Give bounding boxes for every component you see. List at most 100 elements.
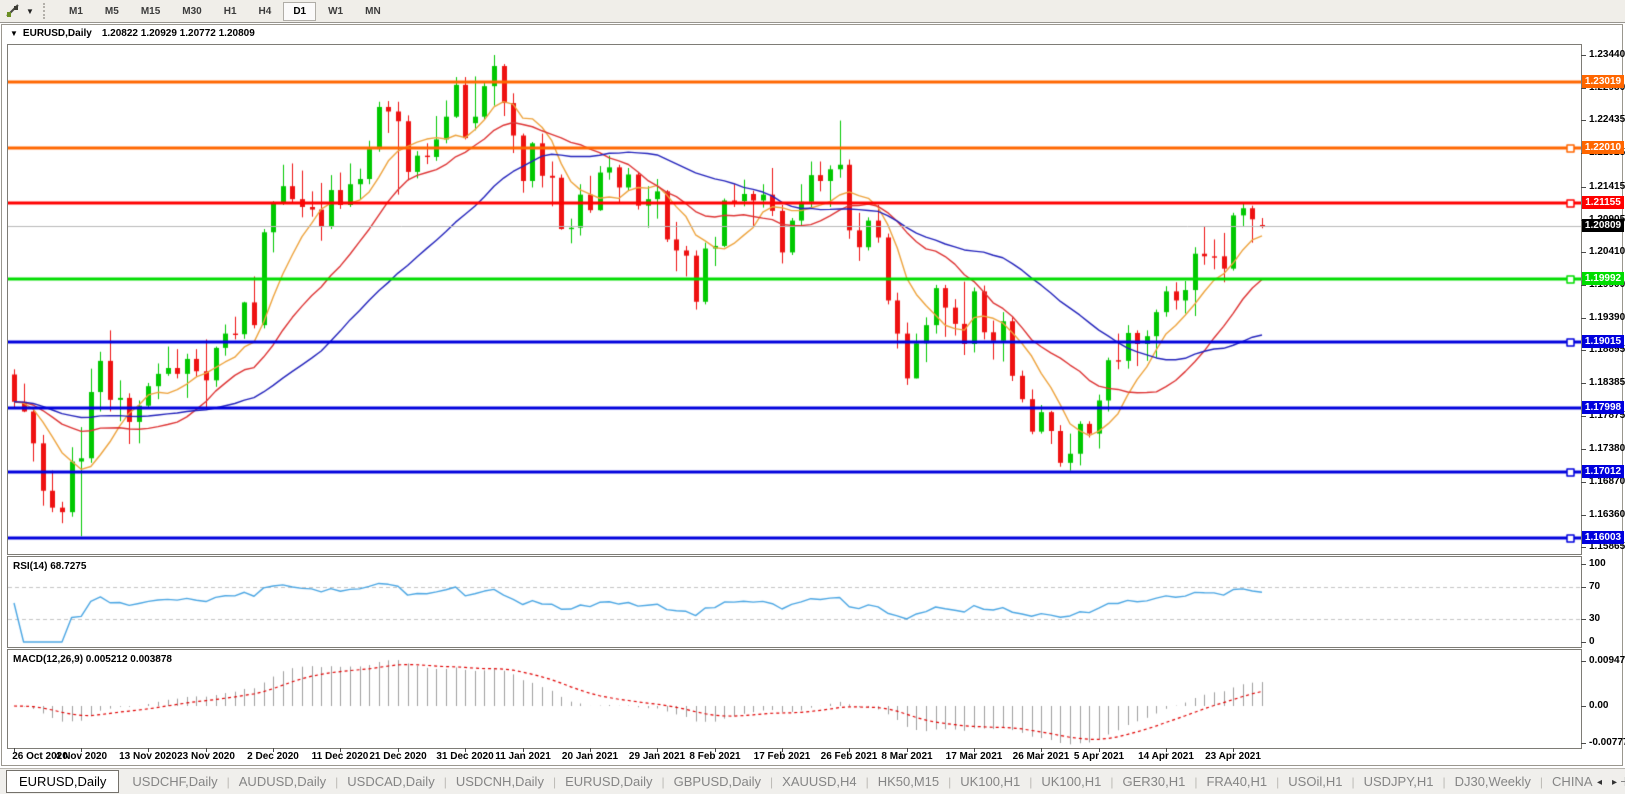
chart-tab-usdchf-daily[interactable]: USDCHF,Daily bbox=[123, 771, 226, 792]
price-tick-mark bbox=[1581, 55, 1586, 56]
macd-canvas[interactable] bbox=[8, 650, 1581, 748]
rsi-tick-mark bbox=[1581, 564, 1586, 565]
timeframe-button-m30[interactable]: M30 bbox=[172, 2, 211, 21]
chart-tab-usdcnh-daily[interactable]: USDCNH,Daily bbox=[447, 771, 553, 792]
price-chart-panel[interactable] bbox=[7, 44, 1582, 555]
date-axis-label: 17 Feb 2021 bbox=[753, 751, 811, 762]
rsi-tick-label: 0 bbox=[1589, 636, 1595, 647]
chart-tab-hk50-m15[interactable]: HK50,M15 bbox=[869, 771, 948, 792]
date-axis-label: 21 Dec 2020 bbox=[369, 751, 427, 762]
date-axis-label: 11 Jan 2021 bbox=[495, 751, 551, 762]
macd-label: MACD(12,26,9) 0.005212 0.003878 bbox=[13, 654, 172, 665]
rsi-tick-mark bbox=[1581, 619, 1586, 620]
tab-scroll-left-icon[interactable]: ◂ bbox=[1597, 777, 1602, 788]
price-tick-mark bbox=[1581, 383, 1586, 384]
timeframe-button-m1[interactable]: M1 bbox=[59, 2, 93, 21]
price-tick-label: 1.20410 bbox=[1589, 246, 1625, 257]
timeframe-button-d1[interactable]: D1 bbox=[283, 1, 317, 21]
chart-tab-uk100-h1[interactable]: UK100,H1 bbox=[1032, 771, 1110, 792]
date-axis-label: 5 Apr 2021 bbox=[1073, 751, 1125, 762]
hline-price-badge[interactable]: 1.22010 bbox=[1582, 141, 1624, 154]
hline-price-badge[interactable]: 1.19015 bbox=[1582, 335, 1624, 348]
timeframe-button-m15[interactable]: M15 bbox=[131, 2, 170, 21]
chart-tab-dj30-weekly[interactable]: DJ30,Weekly bbox=[1446, 771, 1540, 792]
chart-tab-xauusd-h4[interactable]: XAUUSD,H4 bbox=[773, 771, 865, 792]
price-tick-mark bbox=[1581, 547, 1586, 548]
price-tick-label: 1.21415 bbox=[1589, 181, 1625, 192]
price-tick-mark bbox=[1581, 88, 1586, 89]
chart-type-icon-glyph bbox=[6, 4, 19, 17]
timeframe-button-w1[interactable]: W1 bbox=[318, 2, 353, 21]
chart-tab-eurusd-daily[interactable]: EURUSD,Daily bbox=[556, 771, 661, 792]
macd-panel[interactable]: MACD(12,26,9) 0.005212 0.003878 bbox=[7, 649, 1582, 749]
rsi-panel[interactable]: RSI(14) 68.7275 bbox=[7, 556, 1582, 648]
chart-tab-usoil-h1[interactable]: USOil,H1 bbox=[1279, 771, 1351, 792]
current-price-badge: 1.20809 bbox=[1582, 219, 1624, 232]
hline-price-badge[interactable]: 1.21155 bbox=[1582, 196, 1624, 209]
rsi-label: RSI(14) 68.7275 bbox=[13, 561, 87, 572]
macd-tick-mark bbox=[1581, 661, 1586, 662]
chart-tab-ger30-h1[interactable]: GER30,H1 bbox=[1113, 771, 1194, 792]
hline-price-badge[interactable]: 1.16003 bbox=[1582, 531, 1624, 544]
timeframe-button-h1[interactable]: H1 bbox=[214, 2, 247, 21]
price-tick-mark bbox=[1581, 515, 1586, 516]
price-tick-mark bbox=[1581, 482, 1586, 483]
price-tick-mark bbox=[1581, 416, 1586, 417]
hline-price-badge[interactable]: 1.23019 bbox=[1582, 75, 1624, 88]
macd-tick-label: -0.007778 bbox=[1589, 737, 1625, 748]
hline-price-badge[interactable]: 1.17998 bbox=[1582, 401, 1624, 414]
chart-tab-bar: EURUSD,Daily USDCHF,Daily | AUDUSD,Daily | US… bbox=[0, 768, 1625, 794]
chart-tab-fra40-h1[interactable]: FRA40,H1 bbox=[1197, 771, 1276, 792]
tab-scroll-buttons: ◂ ▸ bbox=[1592, 769, 1621, 794]
price-tick-mark bbox=[1581, 318, 1586, 319]
date-axis-label: 20 Jan 2021 bbox=[561, 751, 619, 762]
toolbar-grip bbox=[43, 3, 50, 19]
chart-tab-usdcad-daily[interactable]: USDCAD,Daily bbox=[338, 771, 443, 792]
date-axis-label: 2 Dec 2020 bbox=[247, 751, 299, 762]
price-tick-label: 1.17380 bbox=[1589, 443, 1625, 454]
macd-tick-label: 0.00 bbox=[1589, 700, 1609, 711]
date-axis-label: 26 Feb 2021 bbox=[820, 751, 878, 762]
chart-tab-gbpusd-daily[interactable]: GBPUSD,Daily bbox=[665, 771, 770, 792]
rsi-tick-mark bbox=[1581, 587, 1586, 588]
date-axis-label: 17 Mar 2021 bbox=[945, 751, 1003, 762]
macd-tick-label: 0.009478 bbox=[1589, 655, 1625, 666]
chart-title: ▼ EURUSD,Daily 1.20822 1.20929 1.20772 1.2… bbox=[10, 28, 255, 39]
price-chart-canvas[interactable] bbox=[8, 45, 1581, 554]
chart-tabs: EURUSD,Daily USDCHF,Daily | AUDUSD,Daily | US… bbox=[6, 770, 1625, 793]
date-axis-label: 31 Dec 2020 bbox=[436, 751, 494, 762]
rsi-canvas[interactable] bbox=[8, 557, 1581, 647]
rsi-tick-label: 100 bbox=[1589, 558, 1606, 569]
date-axis-label: 13 Nov 2020 bbox=[119, 751, 177, 762]
date-axis-label: 4 Nov 2020 bbox=[54, 751, 108, 762]
rsi-tick-mark bbox=[1581, 642, 1586, 643]
date-axis-label: 23 Nov 2020 bbox=[177, 751, 235, 762]
date-axis-label: 26 Mar 2021 bbox=[1012, 751, 1070, 762]
hline-price-badge[interactable]: 1.17012 bbox=[1582, 465, 1624, 478]
chart-type-icon[interactable] bbox=[3, 2, 23, 20]
rsi-tick-label: 30 bbox=[1589, 613, 1601, 624]
price-tick-mark bbox=[1581, 285, 1586, 286]
price-tick-mark bbox=[1581, 449, 1586, 450]
date-axis-label: 8 Feb 2021 bbox=[689, 751, 741, 762]
price-tick-label: 1.18385 bbox=[1589, 377, 1625, 388]
chart-tab-audusd-daily[interactable]: AUDUSD,Daily bbox=[230, 771, 335, 792]
collapse-icon[interactable]: ▼ bbox=[10, 29, 18, 38]
timeframe-button-h4[interactable]: H4 bbox=[249, 2, 282, 21]
chart-tab-usdjpy-h1[interactable]: USDJPY,H1 bbox=[1355, 771, 1443, 792]
rsi-tick-label: 70 bbox=[1589, 581, 1601, 592]
toolbar: ▼ M1 M5 M15 M30 H1 H4 D1 W1 MN bbox=[0, 0, 1625, 23]
tab-scroll-right-icon[interactable]: ▸ bbox=[1612, 777, 1617, 788]
timeframe-button-m5[interactable]: M5 bbox=[95, 2, 129, 21]
timeframe-button-group: M1 M5 M15 M30 H1 H4 D1 W1 MN bbox=[58, 1, 392, 21]
date-axis-label: 8 Mar 2021 bbox=[881, 751, 933, 762]
timeframe-button-mn[interactable]: MN bbox=[355, 2, 391, 21]
date-axis-label: 29 Jan 2021 bbox=[628, 751, 686, 762]
hline-price-badge[interactable]: 1.19992 bbox=[1582, 272, 1624, 285]
chart-tab-eurusd-daily[interactable]: EURUSD,Daily bbox=[6, 770, 120, 793]
chart-tab-uk100-h1[interactable]: UK100,H1 bbox=[951, 771, 1029, 792]
symbol-label: EURUSD,Daily bbox=[22, 28, 92, 39]
price-tick-label: 1.22435 bbox=[1589, 114, 1625, 125]
price-tick-mark bbox=[1581, 120, 1586, 121]
chart-type-dropdown-icon[interactable]: ▼ bbox=[23, 7, 37, 16]
